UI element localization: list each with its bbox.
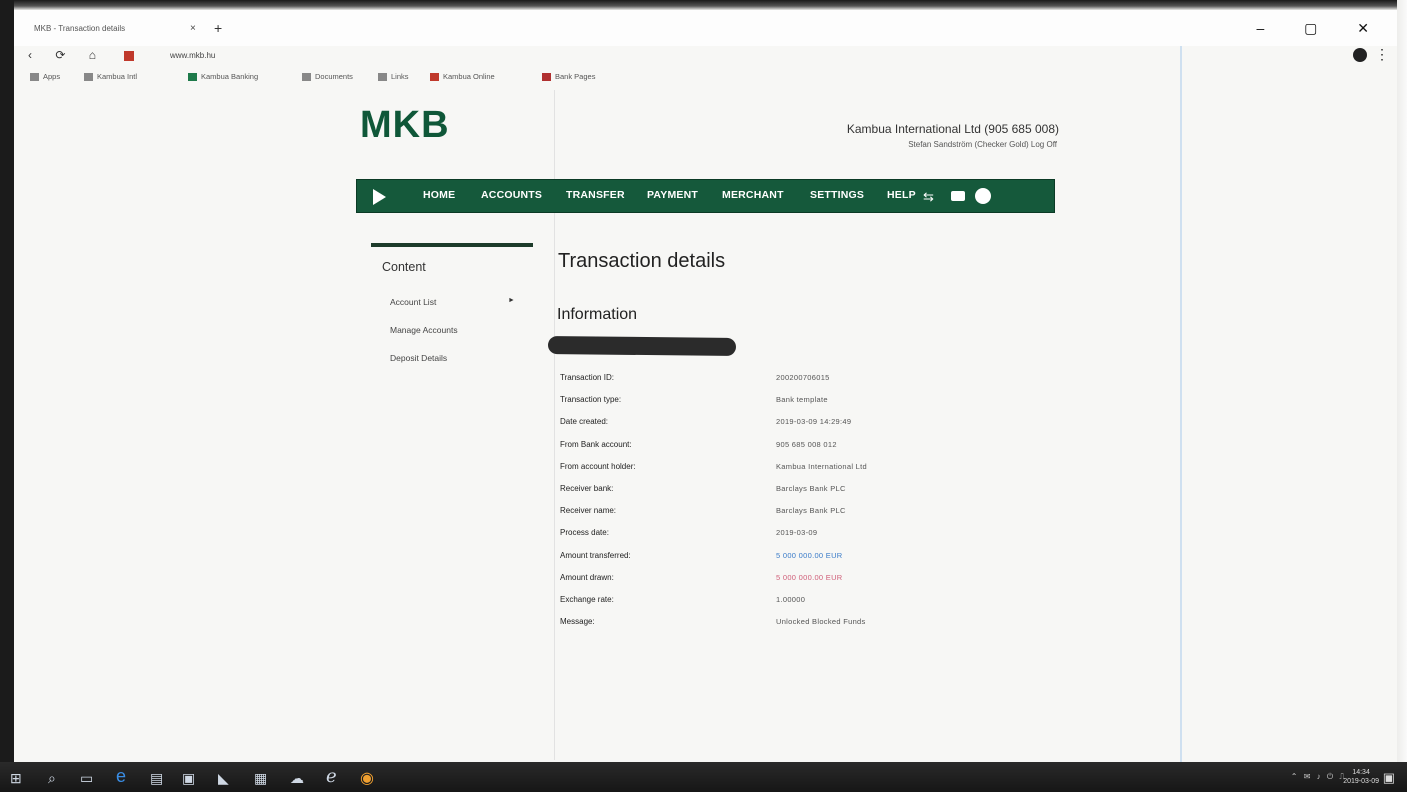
clock-date: 2019-03-09 xyxy=(1343,778,1379,785)
detail-value: 2019-03-09 xyxy=(776,528,818,538)
user-info[interactable]: Stefan Sandström (Checker Gold) Log Off xyxy=(908,140,1057,149)
url-field[interactable]: www.mkb.hu xyxy=(170,51,215,60)
mail-icon[interactable] xyxy=(951,191,965,201)
bookmark-icon xyxy=(542,73,551,82)
detail-value: Bank template xyxy=(776,395,828,405)
company-name: Kambua International Ltd (905 685 008) xyxy=(846,122,1059,136)
bookmark-icon xyxy=(84,73,93,82)
detail-label: Process date: xyxy=(560,528,609,538)
detail-label: Transaction type: xyxy=(560,395,622,405)
sidebar-item-manage-accounts[interactable]: Manage Accounts xyxy=(390,325,458,335)
search-icon[interactable]: ⌕ xyxy=(48,770,56,787)
internet-explorer-icon[interactable]: ℯ xyxy=(326,766,337,787)
system-tray[interactable]: ⌃ ✉ ♪ ⏻ ⎍ xyxy=(1291,772,1347,782)
detail-label: Transaction ID: xyxy=(560,373,614,382)
browser-tab[interactable]: MKB - Transaction details xyxy=(34,24,194,33)
sidebar-item-account-list[interactable]: Account List xyxy=(390,297,436,307)
photo-frame-left xyxy=(0,0,14,792)
detail-value: 5 000 000.00 EUR xyxy=(776,550,843,560)
sidebar-item-deposit-details[interactable]: Deposit Details xyxy=(390,353,447,363)
detail-value: Barclays Bank PLC xyxy=(776,506,846,516)
screen-streak xyxy=(1180,10,1182,762)
notification-icon[interactable]: ▣ xyxy=(1383,770,1395,786)
detail-label: From Bank account: xyxy=(560,439,632,449)
bank-logo[interactable]: MKB xyxy=(360,104,450,147)
redaction-mark xyxy=(547,336,737,356)
bookmark-icon xyxy=(378,73,387,82)
bookmark-icon xyxy=(430,73,439,82)
bookmark-icon xyxy=(30,73,39,82)
bookmarks-bar: Apps Kambua Intl Kambua Banking Document… xyxy=(14,68,1397,84)
file-explorer-icon[interactable]: ▤ xyxy=(150,770,163,787)
detail-label: From account holder: xyxy=(560,461,636,471)
bookmark-item[interactable]: Bank Pages xyxy=(542,72,595,82)
nav-help[interactable]: HELP xyxy=(887,189,916,201)
nav-settings[interactable]: SETTINGS xyxy=(810,189,864,201)
sidebar-title: Content xyxy=(382,260,426,274)
detail-label: Amount drawn: xyxy=(560,572,614,582)
photo-frame-right xyxy=(1397,0,1407,792)
detail-value: Kambua International Ltd xyxy=(776,461,868,471)
page-title: Transaction details xyxy=(558,250,726,272)
section-title: Information xyxy=(557,306,638,323)
nav-merchant[interactable]: MERCHANT xyxy=(722,189,784,201)
nav-transfer[interactable]: TRANSFER xyxy=(566,189,625,201)
tab-close-icon[interactable]: × xyxy=(190,23,196,34)
photo-frame-top xyxy=(0,0,1407,10)
detail-label: Amount transferred: xyxy=(560,550,631,560)
nav-home[interactable]: HOME xyxy=(423,189,455,201)
bookmark-icon xyxy=(302,73,311,82)
new-tab-button[interactable]: + xyxy=(214,20,222,36)
task-view-icon[interactable]: ▭ xyxy=(80,770,93,787)
app-icon[interactable]: ◣ xyxy=(218,770,229,787)
app-icon[interactable]: ▦ xyxy=(254,770,267,787)
detail-label: Message: xyxy=(560,617,595,627)
bookmark-icon xyxy=(188,73,197,82)
detail-value: 5 000 000.00 EUR xyxy=(776,572,843,582)
detail-label: Receiver name: xyxy=(560,506,617,516)
detail-value: 1.00000 xyxy=(776,595,806,604)
address-bar-row: ‹ ⟳ ⌂ www.mkb.hu ⋮ xyxy=(14,46,1397,66)
detail-label: Receiver bank: xyxy=(560,484,614,493)
bookmark-item[interactable]: Kambua Banking xyxy=(188,72,258,82)
bookmark-item[interactable]: Kambua Online xyxy=(430,72,495,82)
detail-label: Exchange rate: xyxy=(560,595,614,604)
detail-value: Unlocked Blocked Funds xyxy=(776,617,866,627)
browser-menu-icon[interactable]: ⋮ xyxy=(1375,46,1389,63)
nav-payment[interactable]: PAYMENT xyxy=(647,189,698,201)
chrome-icon[interactable]: ◉ xyxy=(360,768,374,788)
play-arrow-icon[interactable] xyxy=(373,189,386,205)
arrow-right-icon: ► xyxy=(508,297,515,304)
windows-taskbar: ⊞ ⌕ ▭ e ▤ ▣ ◣ ▦ ☁ ℯ ◉ ⌃ ✉ ♪ ⏻ ⎍ 14:34 20… xyxy=(0,762,1407,792)
detail-value: 2019-03-09 14:29:49 xyxy=(776,417,852,427)
main-navigation: HOME ACCOUNTS TRANSFER PAYMENT MERCHANT … xyxy=(356,179,1055,213)
bookmark-item[interactable]: Kambua Intl xyxy=(84,72,137,82)
bookmark-item[interactable]: Links xyxy=(378,72,409,82)
bookmark-item[interactable]: Apps xyxy=(30,72,60,82)
browser-tab-bar: MKB - Transaction details × + – ▢ ✕ xyxy=(14,10,1397,46)
store-icon[interactable]: ▣ xyxy=(182,770,195,787)
clock-time: 14:34 xyxy=(1352,769,1370,776)
detail-value: 200200706015 xyxy=(776,373,830,382)
edge-icon[interactable]: e xyxy=(116,766,126,787)
transfer-arrows-icon[interactable]: ⇆ xyxy=(923,189,934,205)
site-favicon-icon xyxy=(124,51,134,61)
window-controls[interactable]: – ▢ ✕ xyxy=(1256,20,1387,37)
detail-label: Date created: xyxy=(560,417,609,427)
start-icon[interactable]: ⊞ xyxy=(10,770,22,787)
bookmark-item[interactable]: Documents xyxy=(302,72,353,82)
print-icon[interactable] xyxy=(975,188,991,204)
detail-value: Barclays Bank PLC xyxy=(776,484,846,493)
nav-accounts[interactable]: ACCOUNTS xyxy=(481,189,542,201)
onedrive-icon[interactable]: ☁ xyxy=(290,770,304,787)
browser-nav-icons[interactable]: ‹ ⟳ ⌂ xyxy=(28,48,106,62)
profile-icon[interactable] xyxy=(1353,48,1367,62)
detail-value: 905 685 008 012 xyxy=(776,439,837,449)
sidebar-divider xyxy=(371,243,533,247)
clock[interactable]: 14:34 2019-03-09 xyxy=(1343,768,1379,786)
